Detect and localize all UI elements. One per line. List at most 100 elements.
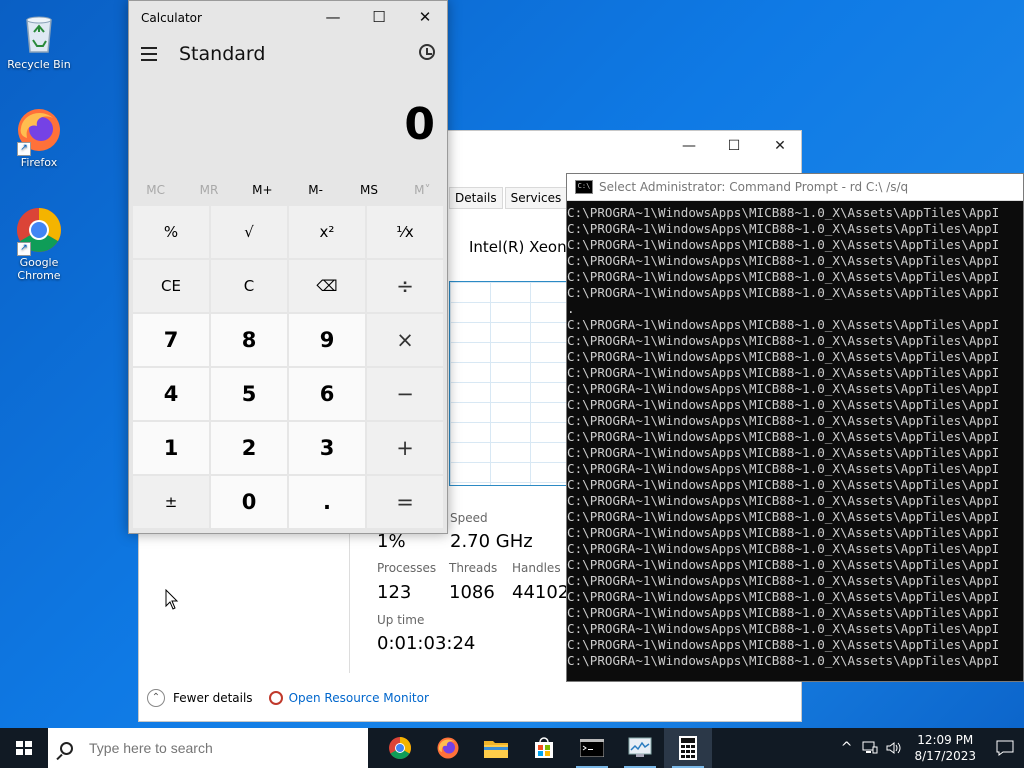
start-button[interactable] bbox=[0, 728, 48, 768]
maximize-button[interactable]: ☐ bbox=[356, 1, 402, 33]
tab-services[interactable]: Services bbox=[504, 187, 568, 209]
console-line: C:\PROGRA~1\WindowsApps\MICB88~1.0_X\Ass… bbox=[567, 541, 1000, 556]
memory-button-m[interactable]: M˅ bbox=[396, 177, 449, 203]
memory-button-m-plus[interactable]: M+ bbox=[236, 177, 289, 203]
threads-value: 1086 bbox=[449, 582, 495, 603]
taskbar-app-task-manager[interactable] bbox=[616, 728, 664, 768]
desktop-icon-recycle-bin[interactable]: Recycle Bin bbox=[1, 8, 77, 71]
console-line: C:\PROGRA~1\WindowsApps\MICB88~1.0_X\Ass… bbox=[567, 589, 1000, 604]
taskbar-app-firefox[interactable] bbox=[424, 728, 472, 768]
task-manager-footer: ⌃ Fewer details Open Resource Monitor bbox=[147, 689, 429, 707]
search-input[interactable] bbox=[87, 739, 331, 757]
uptime-value: 0:01:03:24 bbox=[377, 633, 476, 654]
task-manager-tabs: Details Services bbox=[449, 187, 569, 209]
maximize-button[interactable]: ☐ bbox=[711, 135, 757, 157]
digit-2-key[interactable]: 2 bbox=[211, 422, 287, 474]
hamburger-menu-icon[interactable] bbox=[141, 47, 157, 61]
calculator-title: Calculator bbox=[141, 11, 202, 25]
console-line: C:\PROGRA~1\WindowsApps\MICB88~1.0_X\Ass… bbox=[567, 477, 1000, 492]
reciprocal-key[interactable]: ⅟x bbox=[367, 206, 443, 258]
divide-key[interactable]: ÷ bbox=[367, 260, 443, 312]
console-line: C:\PROGRA~1\WindowsApps\MICB88~1.0_X\Ass… bbox=[567, 237, 1000, 252]
close-button[interactable]: ✕ bbox=[757, 135, 803, 157]
calculator-window: Calculator — ☐ ✕ Standard 0 MC MR M+ M- MS M˅… bbox=[128, 0, 448, 534]
digit-9-key[interactable]: 9 bbox=[289, 314, 365, 366]
taskbar-app-command-prompt[interactable] bbox=[568, 728, 616, 768]
console-line: C:\PROGRA~1\WindowsApps\MICB88~1.0_X\Ass… bbox=[567, 317, 1000, 332]
add-key[interactable]: + bbox=[367, 422, 443, 474]
memory-button-ms[interactable]: MS bbox=[342, 177, 395, 203]
desktop-icon-firefox[interactable]: ↗ Firefox bbox=[1, 106, 77, 169]
utilization-value: 1% bbox=[377, 531, 406, 552]
console-line: C:\PROGRA~1\WindowsApps\MICB88~1.0_X\Ass… bbox=[567, 397, 1000, 412]
console-line: C:\PROGRA~1\WindowsApps\MICB88~1.0_X\Ass… bbox=[567, 221, 1000, 236]
console-line: C:\PROGRA~1\WindowsApps\MICB88~1.0_X\Ass… bbox=[567, 621, 1000, 636]
minimize-button[interactable]: — bbox=[310, 1, 356, 33]
taskbar-app-calculator[interactable] bbox=[664, 728, 712, 768]
processes-label: Processes bbox=[377, 561, 437, 575]
calculator-mode-title: Standard bbox=[179, 43, 266, 65]
mouse-cursor-icon bbox=[165, 589, 179, 610]
memory-button-mc[interactable]: MC bbox=[129, 177, 182, 203]
console-line: C:\PROGRA~1\WindowsApps\MICB88~1.0_X\Ass… bbox=[567, 253, 1000, 268]
digit-8-key[interactable]: 8 bbox=[211, 314, 287, 366]
console-line: C:\PROGRA~1\WindowsApps\MICB88~1.0_X\Ass… bbox=[567, 509, 1000, 524]
taskbar-search-box[interactable] bbox=[48, 728, 368, 768]
digit-4-key[interactable]: 4 bbox=[133, 368, 209, 420]
minimize-button[interactable]: — bbox=[666, 135, 712, 157]
console-line: C:\PROGRA~1\WindowsApps\MICB88~1.0_X\Ass… bbox=[567, 413, 1000, 428]
desktop-icon-label: Firefox bbox=[20, 156, 58, 169]
volume-icon[interactable] bbox=[886, 741, 902, 755]
close-button[interactable]: ✕ bbox=[402, 1, 448, 33]
microsoft-store-icon bbox=[535, 737, 553, 758]
chevron-up-icon[interactable]: ^ bbox=[841, 740, 853, 756]
clear-entry-key[interactable]: CE bbox=[133, 260, 209, 312]
multiply-key[interactable]: × bbox=[367, 314, 443, 366]
fewer-details-link[interactable]: Fewer details bbox=[173, 691, 253, 705]
equals-key[interactable]: = bbox=[367, 476, 443, 528]
desktop-icon-label: Recycle Bin bbox=[7, 58, 71, 71]
desktop-icon-google-chrome[interactable]: ↗ Google Chrome bbox=[1, 206, 77, 282]
memory-button-mr[interactable]: MR bbox=[182, 177, 235, 203]
console-output[interactable]: C:\PROGRA~1\WindowsApps\MICB88~1.0_X\Ass… bbox=[567, 201, 1023, 669]
history-icon[interactable] bbox=[419, 44, 435, 60]
square-key[interactable]: x² bbox=[289, 206, 365, 258]
network-icon[interactable] bbox=[862, 741, 878, 755]
taskbar-app-file-explorer[interactable] bbox=[472, 728, 520, 768]
chrome-icon bbox=[389, 737, 411, 759]
digit-6-key[interactable]: 6 bbox=[289, 368, 365, 420]
percent-key[interactable]: % bbox=[133, 206, 209, 258]
digit-5-key[interactable]: 5 bbox=[211, 368, 287, 420]
notification-center-button[interactable] bbox=[990, 728, 1024, 768]
memory-button-m-minus[interactable]: M- bbox=[289, 177, 342, 203]
taskbar-app-microsoft-store[interactable] bbox=[520, 728, 568, 768]
open-resource-monitor-link[interactable]: Open Resource Monitor bbox=[289, 691, 429, 705]
command-prompt-titlebar[interactable]: C:\ Select Administrator: Command Prompt… bbox=[567, 174, 1023, 201]
console-line: C:\PROGRA~1\WindowsApps\MICB88~1.0_X\Ass… bbox=[567, 445, 1000, 460]
digit-0-key[interactable]: 0 bbox=[211, 476, 287, 528]
console-line: C:\PROGRA~1\WindowsApps\MICB88~1.0_X\Ass… bbox=[567, 205, 1000, 220]
taskbar: ^ 12:09 PM 8/17/2023 bbox=[0, 728, 1024, 768]
taskbar-clock[interactable]: 12:09 PM 8/17/2023 bbox=[914, 732, 976, 764]
digit-1-key[interactable]: 1 bbox=[133, 422, 209, 474]
threads-label: Threads bbox=[449, 561, 498, 575]
calculator-display: 0 bbox=[404, 99, 435, 150]
tab-details[interactable]: Details bbox=[449, 187, 503, 209]
console-line: C:\PROGRA~1\WindowsApps\MICB88~1.0_X\Ass… bbox=[567, 653, 1000, 668]
decimal-key[interactable]: . bbox=[289, 476, 365, 528]
console-line: C:\PROGRA~1\WindowsApps\MICB88~1.0_X\Ass… bbox=[567, 605, 1000, 620]
subtract-key[interactable]: − bbox=[367, 368, 443, 420]
console-line: C:\PROGRA~1\WindowsApps\MICB88~1.0_X\Ass… bbox=[567, 573, 1000, 588]
digit-3-key[interactable]: 3 bbox=[289, 422, 365, 474]
command-prompt-title: Select Administrator: Command Prompt - r… bbox=[599, 180, 909, 194]
memory-buttons-row: MC MR M+ M- MS M˅ bbox=[129, 177, 449, 203]
clear-key[interactable]: C bbox=[211, 260, 287, 312]
command-prompt-icon: C:\ bbox=[575, 180, 593, 194]
task-manager-icon bbox=[628, 737, 652, 757]
backspace-key[interactable]: ⌫ bbox=[289, 260, 365, 312]
taskbar-app-chrome[interactable] bbox=[376, 728, 424, 768]
digit-7-key[interactable]: 7 bbox=[133, 314, 209, 366]
sqrt-key[interactable]: √ bbox=[211, 206, 287, 258]
negate-key[interactable]: ± bbox=[133, 476, 209, 528]
calculator-icon bbox=[679, 736, 697, 760]
